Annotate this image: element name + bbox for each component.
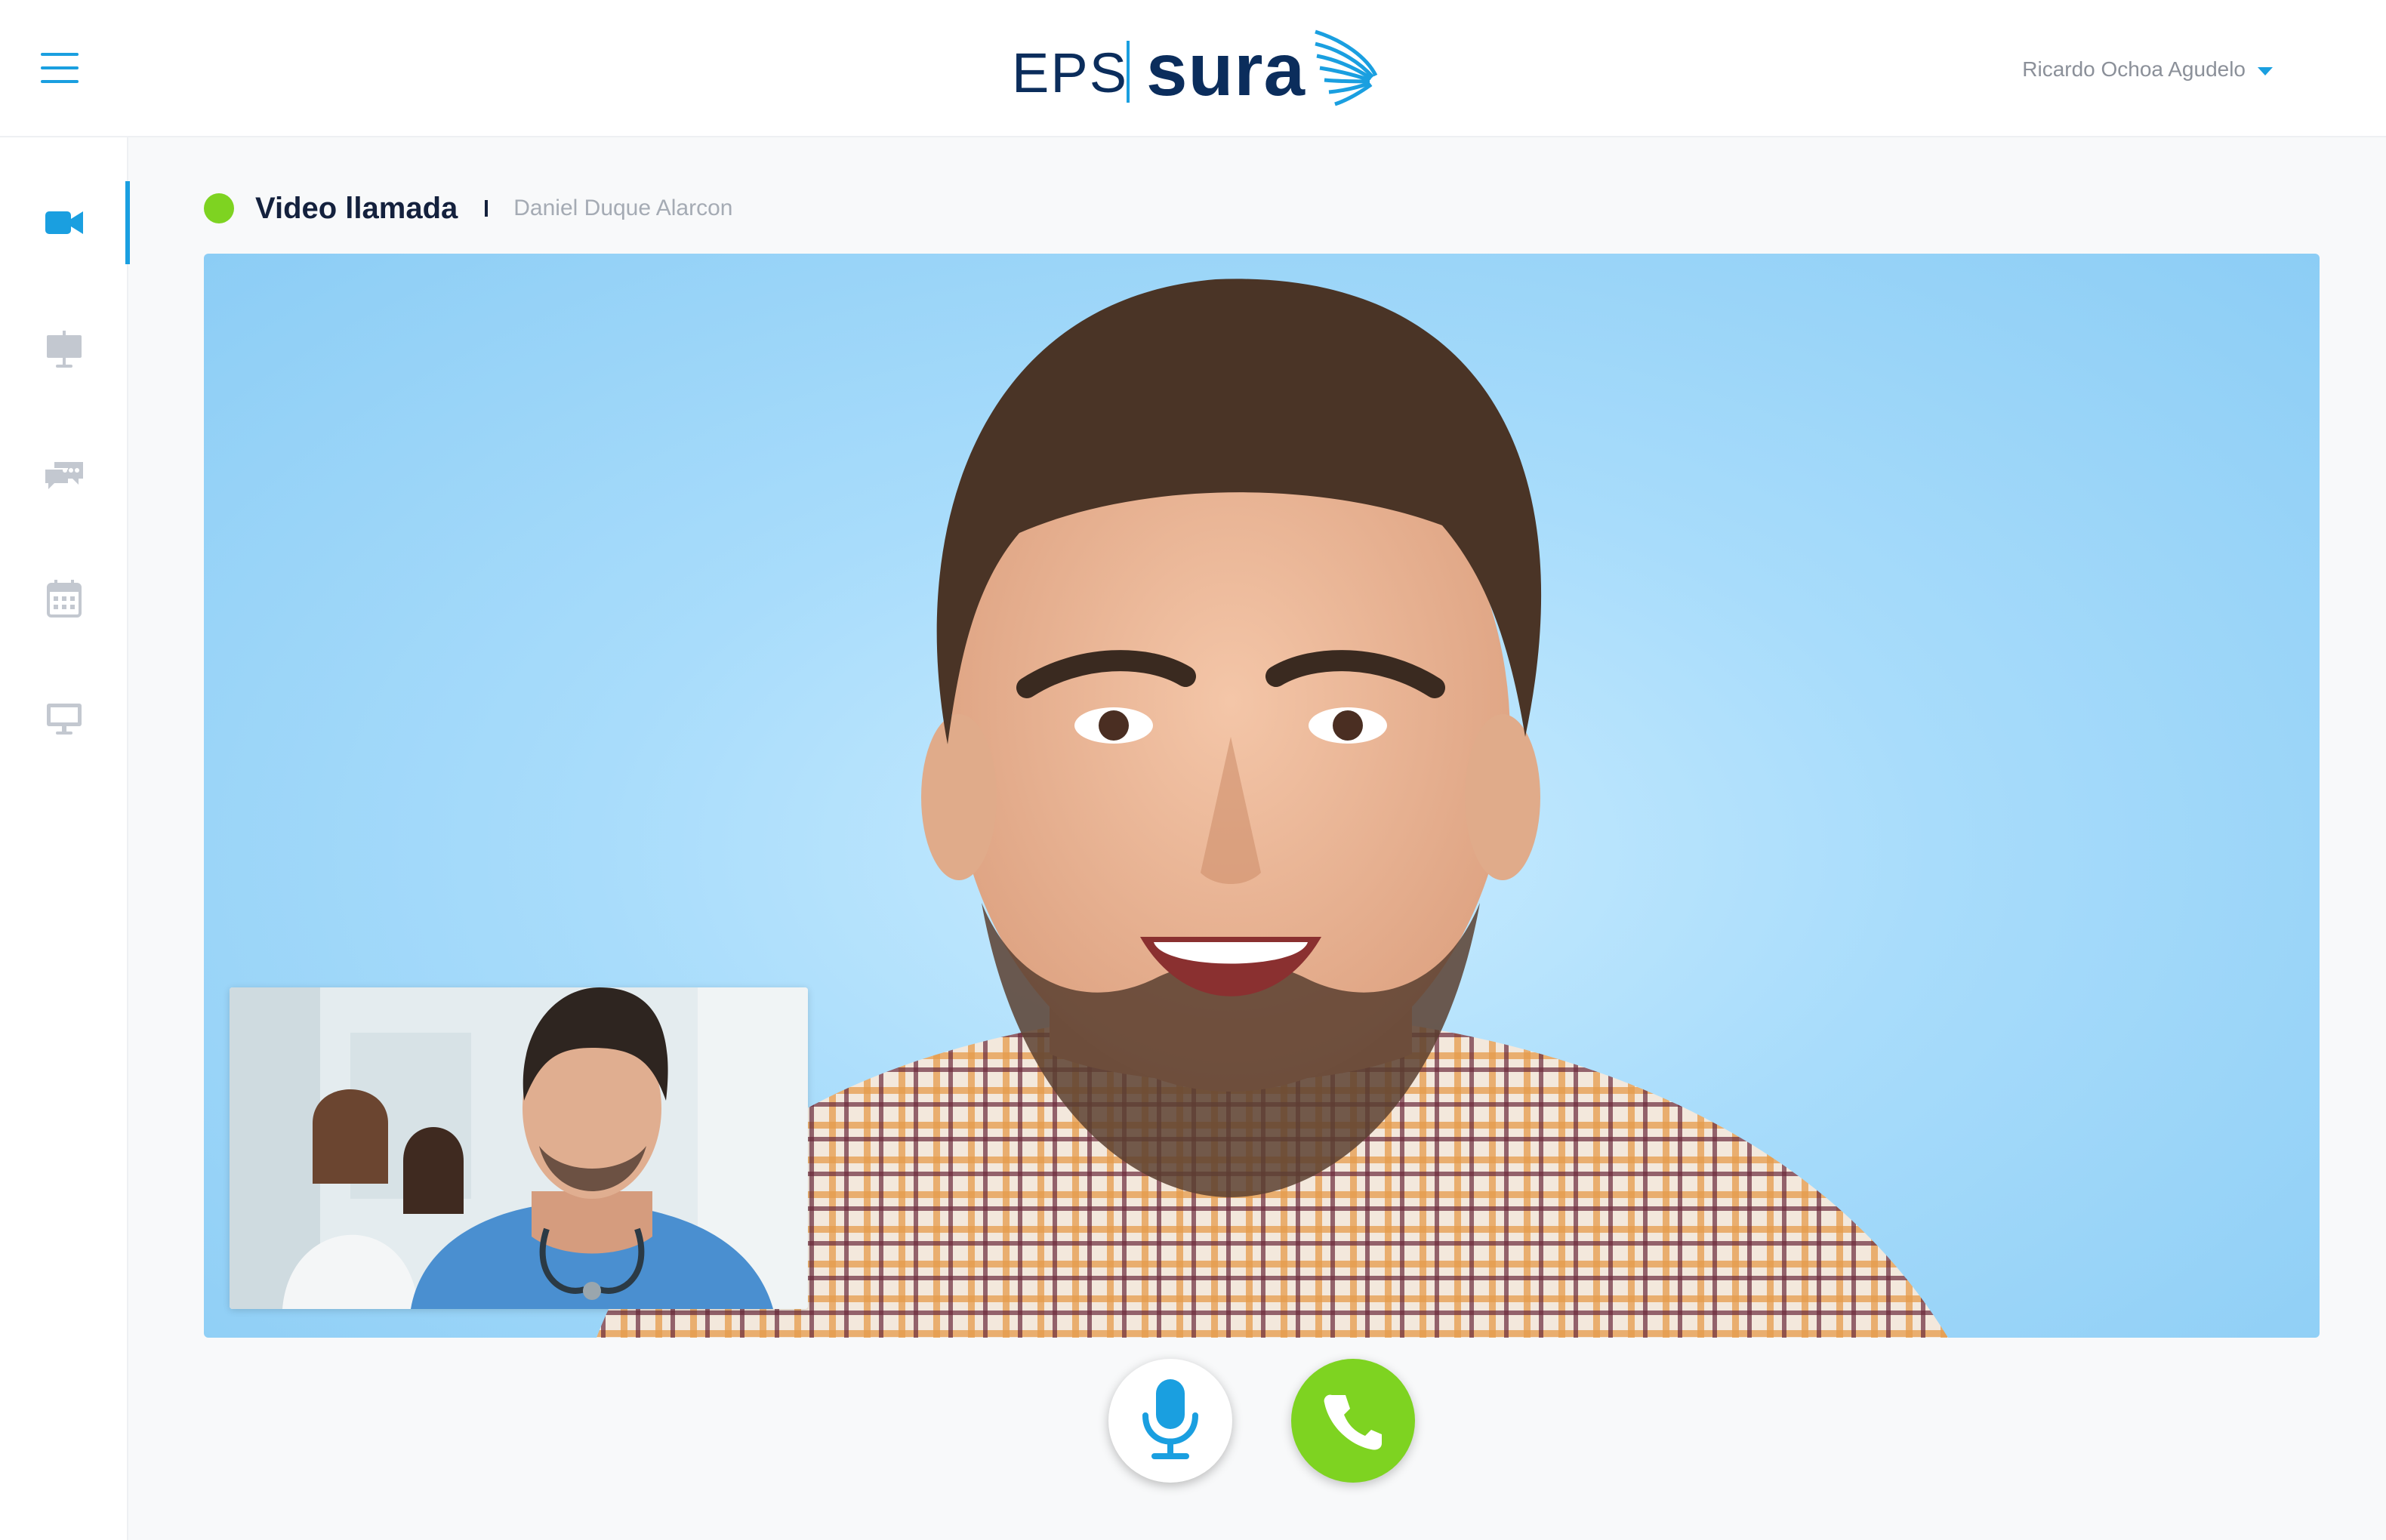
microphone-button[interactable]	[1108, 1359, 1232, 1483]
hamburger-menu-button[interactable]	[41, 53, 82, 83]
user-menu[interactable]: Ricardo Ochoa Agudelo	[2022, 54, 2273, 85]
logo-divider	[1127, 41, 1130, 103]
sura-wing-icon	[1315, 29, 1378, 106]
calendar-icon	[47, 580, 82, 618]
chat-bubbles-icon	[45, 462, 83, 489]
user-name: Ricardo Ochoa Agudelo	[2022, 57, 2246, 81]
top-header: EPS sura Ricardo Ochoa Agudelo	[0, 0, 2386, 137]
microphone-icon	[1142, 1379, 1198, 1459]
call-button[interactable]	[1291, 1359, 1415, 1483]
logo-eps-text: EPS	[1012, 42, 1129, 104]
menu-line	[41, 80, 79, 83]
sidebar-nav	[0, 137, 130, 1540]
presentation-board-icon	[47, 331, 82, 368]
video-camera-icon	[45, 211, 83, 234]
eps-sura-logo: EPS sura	[1012, 27, 1378, 115]
call-controls	[1108, 1359, 1418, 1487]
sidebar-item-presentation[interactable]	[0, 308, 128, 391]
contact-name: Daniel Duque Alarcon	[513, 196, 733, 220]
title-divider	[485, 200, 489, 217]
sidebar-item-screen-share[interactable]	[0, 676, 128, 759]
monitor-icon	[47, 704, 82, 735]
chevron-down-icon	[2258, 66, 2273, 75]
menu-line	[41, 53, 79, 56]
online-status-dot	[204, 193, 234, 223]
sidebar-item-chat[interactable]	[0, 435, 128, 518]
logo-brand-text: sura	[1146, 28, 1306, 111]
sidebar-item-calendar[interactable]	[0, 557, 128, 640]
self-view-participant-video	[230, 987, 808, 1309]
call-header: Video llamada Daniel Duque Alarcon	[204, 187, 732, 229]
page-title: Video llamada	[255, 191, 458, 225]
phone-icon	[1324, 1394, 1382, 1450]
menu-line	[41, 66, 79, 69]
self-view-video[interactable]	[230, 987, 808, 1309]
sidebar-item-video-call[interactable]	[0, 181, 130, 264]
